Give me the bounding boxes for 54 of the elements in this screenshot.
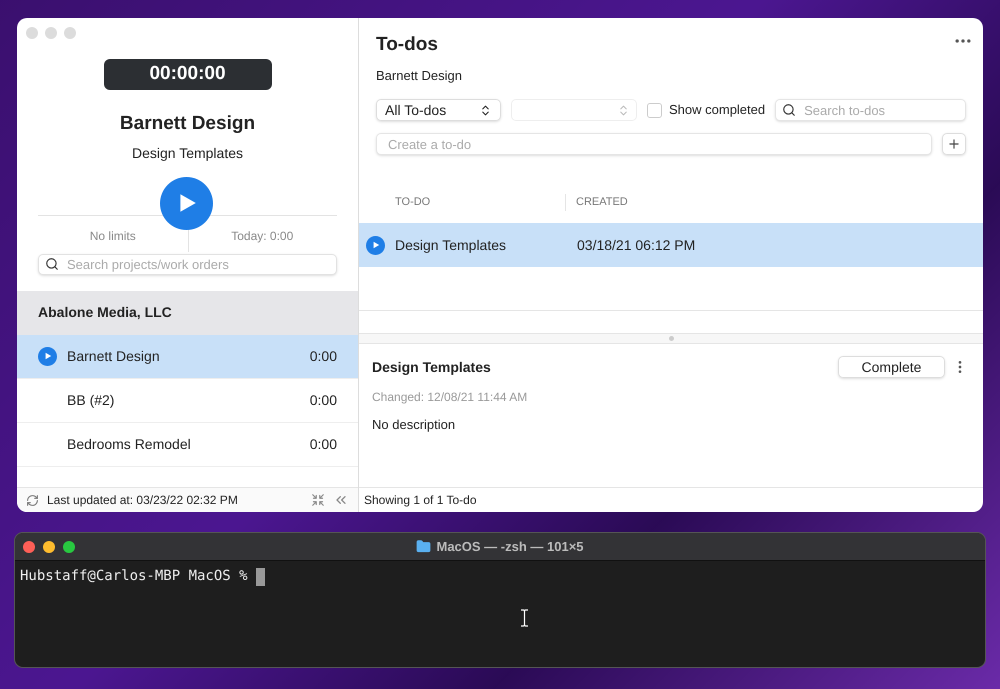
group-header: Abalone Media, LLC [17,290,358,334]
play-button[interactable] [160,176,213,230]
project-name: Barnett Design [67,346,161,366]
filter-select[interactable]: All To-dos [376,99,501,121]
description-text: No description [371,416,456,434]
search-icon [45,256,59,270]
checkbox[interactable] [647,102,662,118]
checkbox-label: Show completed [669,101,766,120]
play-icon [44,352,52,360]
text-cursor [256,568,265,586]
play-icon [372,241,380,249]
project-title: Barnett Design [120,112,256,136]
folder-icon [416,539,432,554]
search-field[interactable]: Search to-dos [775,99,966,121]
table-row[interactable]: Design Templates 03/18/21 06:12 PM [359,223,983,267]
search-field[interactable]: Search projects/work orders [38,254,337,274]
zoom-button[interactable] [63,540,75,552]
task-title: Design Templates [132,144,244,163]
project-row[interactable]: Bedrooms Remodel 0:00 [17,422,358,466]
search-icon [782,103,796,117]
column-header[interactable]: CREATED [566,194,628,211]
refresh-icon[interactable] [26,494,39,506]
page-subtitle: Barnett Design [376,66,463,85]
play-button[interactable] [366,236,385,254]
terminal-prompt: Hubstaff@Carlos-MBP MacOS % [20,567,248,586]
column-header[interactable]: TO-DO [359,194,566,211]
play-button[interactable] [38,346,57,366]
project-time: 0:00 [310,434,337,454]
timer-display: 00:00:00 [104,59,272,90]
status-text: Showing 1 of 1 To-do [364,492,477,509]
page-title: To-dos [376,33,439,57]
add-button[interactable] [942,133,966,155]
project-name: BB (#2) [67,390,116,410]
project-row[interactable]: Barnett Design 0:00 [17,334,358,378]
changed-date: Changed: 12/08/21 11:44 AM [371,389,528,406]
today-total: Today: 0:00 [231,228,294,244]
project-row[interactable]: BB (#2) 0:00 [17,378,358,422]
project-time: 0:00 [310,390,337,410]
project-name: Bedrooms Remodel [67,434,192,454]
close-button[interactable] [23,540,35,552]
create-todo-field[interactable]: Create a to-do [376,133,932,155]
terminal-title: MacOS — -zsh — 101×5 [436,538,584,556]
table-cell-text: Design Templates [395,236,508,255]
i-beam-cursor-icon [520,609,529,627]
split-handle[interactable] [668,336,674,341]
complete-button[interactable]: Complete [838,356,945,378]
limits-label: No limits [90,228,136,244]
last-updated-text: Last updated at: 03/23/22 02:32 PM [47,492,239,509]
project-time: 0:00 [310,346,337,366]
minimize-button[interactable] [43,540,55,552]
plus-icon [947,137,961,151]
table-cell-text: 03/18/21 06:12 PM [577,236,696,254]
collapse-icon[interactable] [311,493,325,507]
detail-title: Design Templates [372,358,492,377]
